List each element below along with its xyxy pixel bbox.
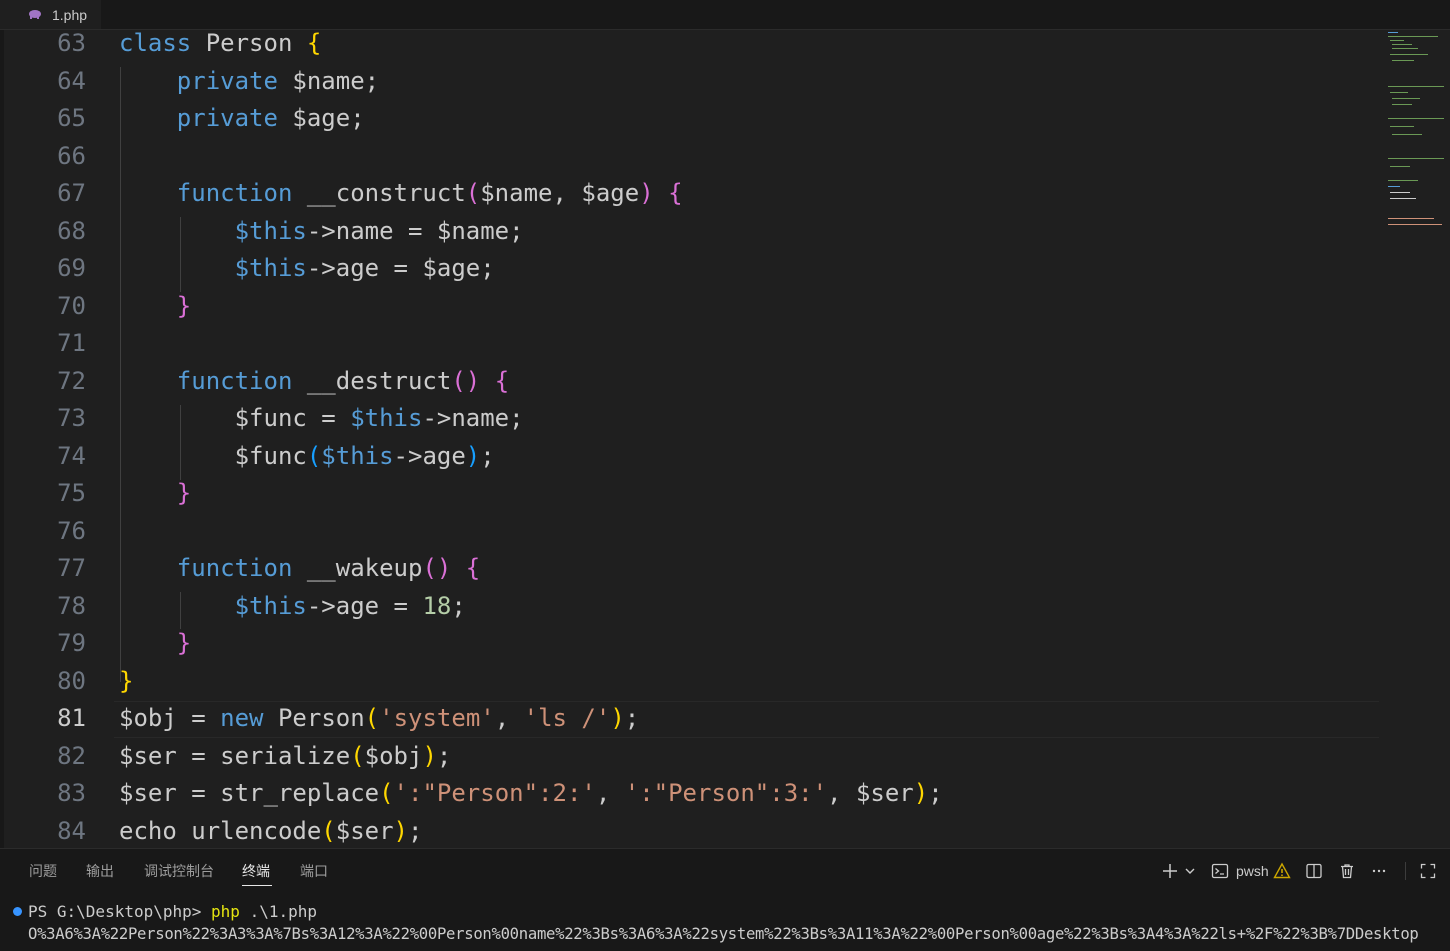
code-text[interactable]: $func($this->age); xyxy=(119,438,495,476)
warning-icon[interactable] xyxy=(1272,861,1292,881)
line-number: 65 xyxy=(57,104,86,132)
line-number: 84 xyxy=(57,816,86,845)
tab-output[interactable]: 输出 xyxy=(86,861,114,881)
line-number: 71 xyxy=(57,329,86,357)
tab-ports[interactable]: 端口 xyxy=(300,861,328,881)
terminal-args: .\1.php xyxy=(239,902,317,921)
code-text[interactable]: } xyxy=(119,625,191,663)
code-text[interactable]: $ser = str_replace(':"Person":2:', ':"Pe… xyxy=(119,775,943,813)
code-line: 64 private $name; xyxy=(0,63,1380,101)
line-number: 68 xyxy=(57,216,86,245)
code-text[interactable]: class Person { xyxy=(119,30,321,63)
line-number: 73 xyxy=(57,404,86,432)
code-text[interactable]: $obj = new Person('system', 'ls /'); xyxy=(119,700,639,738)
code-line: 83 $ser = str_replace(':"Person":2:', ':… xyxy=(0,775,1380,813)
code-text[interactable]: $this->age = $age; xyxy=(119,250,495,288)
line-number: 82 xyxy=(57,741,86,770)
line-number: 76 xyxy=(57,516,86,545)
editor-tab-1php[interactable]: 1.php xyxy=(0,0,102,30)
code-line: 63 class Person { xyxy=(0,30,1380,63)
code-text[interactable]: private $age; xyxy=(119,100,365,138)
chevron-down-icon[interactable] xyxy=(1183,861,1197,881)
line-number: 81 xyxy=(57,704,86,732)
plus-icon[interactable] xyxy=(1160,861,1180,881)
terminal-icon xyxy=(1210,861,1230,881)
line-number: 70 xyxy=(57,291,86,320)
code-text[interactable]: private $name; xyxy=(119,63,379,101)
code-line: 75 } xyxy=(0,475,1380,513)
code-text[interactable]: echo urlencode($ser); xyxy=(119,813,422,849)
code-text[interactable]: $func = $this->name; xyxy=(119,400,524,438)
line-number: 66 xyxy=(57,141,86,170)
terminal-command-line[interactable]: PS G:\Desktop\php> php .\1.php xyxy=(28,901,317,923)
shell-label[interactable]: pwsh xyxy=(1236,863,1269,879)
code-line: 74 $func($this->age); xyxy=(0,438,1380,476)
code-editor[interactable]: 63 class Person { 64 private $name; 65 p… xyxy=(0,30,1450,848)
maximize-icon[interactable] xyxy=(1418,861,1438,881)
code-line: 80 } xyxy=(0,663,1380,701)
more-icon[interactable] xyxy=(1369,861,1389,881)
tab-terminal[interactable]: 终端 xyxy=(242,861,270,881)
terminal-command: php xyxy=(211,902,240,921)
command-status-dot xyxy=(13,907,22,916)
code-line: 69 $this->age = $age; xyxy=(0,250,1380,288)
line-number: 67 xyxy=(57,179,86,207)
code-line: 78 $this->age = 18; xyxy=(0,588,1380,626)
code-text[interactable]: $ser = serialize($obj); xyxy=(119,738,451,776)
terminal-output[interactable]: O%3A6%3A%22Person%22%3A3%3A%7Bs%3A12%3A%… xyxy=(28,923,1419,945)
tab-debug-console[interactable]: 调试控制台 xyxy=(144,861,214,881)
code-line: 84 echo urlencode($ser); xyxy=(0,813,1380,849)
line-number: 72 xyxy=(57,366,86,395)
code-line: 79 } xyxy=(0,625,1380,663)
code-text[interactable]: } xyxy=(119,288,191,326)
line-number: 75 xyxy=(57,479,86,507)
split-icon[interactable] xyxy=(1304,861,1324,881)
line-number: 83 xyxy=(57,779,86,807)
trash-icon[interactable] xyxy=(1337,861,1357,881)
code-text[interactable]: function __construct($name, $age) { xyxy=(119,175,683,213)
code-text[interactable]: $this->name = $name; xyxy=(119,213,524,251)
active-tab-indicator xyxy=(242,885,272,886)
code-line: 66 xyxy=(0,138,1380,176)
code-line: 77 function __wakeup() { xyxy=(0,550,1380,588)
minimap[interactable] xyxy=(1384,30,1444,225)
code-line: 73 $func = $this->name; xyxy=(0,400,1380,438)
line-number: 79 xyxy=(57,629,86,657)
code-line: 68 $this->name = $name; xyxy=(0,213,1380,251)
code-line: 67 function __construct($name, $age) { xyxy=(0,175,1380,213)
code-text[interactable]: } xyxy=(119,663,133,701)
code-line: 76 xyxy=(0,513,1380,551)
code-text[interactable]: $this->age = 18; xyxy=(119,588,466,626)
line-number: 77 xyxy=(57,554,86,582)
line-number: 80 xyxy=(57,666,86,695)
php-elephant-icon xyxy=(29,10,41,19)
code-text[interactable]: function __destruct() { xyxy=(119,363,509,401)
line-number: 63 xyxy=(57,30,86,57)
tab-filename: 1.php xyxy=(52,7,88,23)
code-line-active: 81 $obj = new Person('system', 'ls /'); xyxy=(0,700,1380,738)
line-number: 74 xyxy=(57,441,86,470)
bottom-panel: 问题 输出 调试控制台 终端 端口 pwsh PS G:\Desktop\php… xyxy=(0,848,1450,951)
line-number: 78 xyxy=(57,591,86,620)
code-line: 71 xyxy=(0,325,1380,363)
code-line: 70 } xyxy=(0,288,1380,326)
code-line: 65 private $age; xyxy=(0,100,1380,138)
code-line: 82 $ser = serialize($obj); xyxy=(0,738,1380,776)
tab-problems[interactable]: 问题 xyxy=(29,861,57,881)
code-text[interactable]: } xyxy=(119,475,191,513)
terminal-prompt: PS G:\Desktop\php> xyxy=(28,902,212,921)
separator xyxy=(1404,861,1406,881)
line-number: 69 xyxy=(57,254,86,282)
editor-tab-bar: 1.php xyxy=(0,0,1450,30)
line-number: 64 xyxy=(57,66,86,95)
code-text[interactable]: function __wakeup() { xyxy=(119,550,480,588)
code-line: 72 function __destruct() { xyxy=(0,363,1380,401)
